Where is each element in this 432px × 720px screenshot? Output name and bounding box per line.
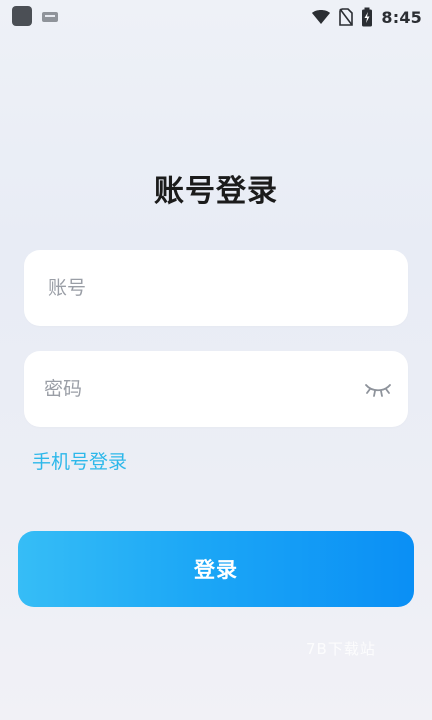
phone-login-link[interactable]: 手机号登录 xyxy=(32,447,127,474)
wifi-icon xyxy=(311,9,331,25)
app-icon xyxy=(12,6,32,26)
no-sim-icon xyxy=(339,8,354,26)
battery-icon xyxy=(361,7,373,27)
keyboard-icon xyxy=(42,12,58,22)
watermark-text: 7B下载站 xyxy=(306,640,376,658)
status-bar: 8:45 xyxy=(0,0,432,34)
account-input[interactable] xyxy=(24,250,348,326)
page-title: 账号登录 xyxy=(154,174,278,209)
status-right: 8:45 xyxy=(311,5,422,29)
login-button[interactable]: 登录 xyxy=(18,531,414,607)
password-input[interactable] xyxy=(24,351,344,427)
account-field xyxy=(24,250,408,326)
password-field xyxy=(24,351,408,427)
eye-closed-icon[interactable] xyxy=(364,375,392,403)
status-time: 8:45 xyxy=(381,7,422,27)
